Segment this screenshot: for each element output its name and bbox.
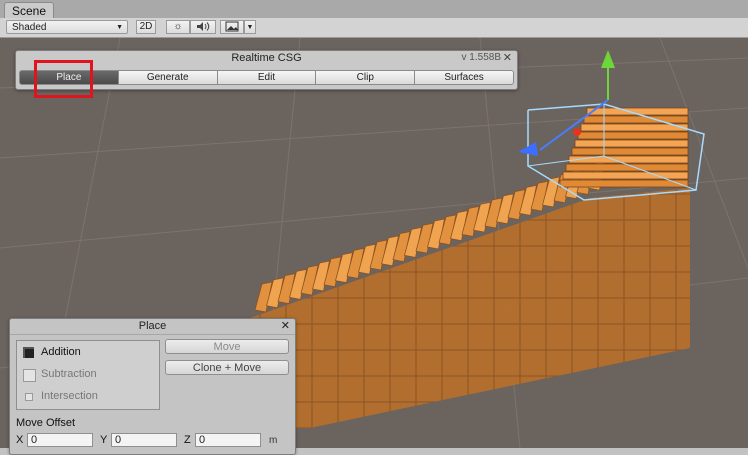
place-panel: Place ✕ Addition Subtraction Intersectio… (9, 318, 296, 455)
scene-tab-bar: Scene (0, 0, 748, 19)
csg-mode-toolbar: Place Generate Edit Clip Surfaces (19, 70, 514, 85)
addition-icon (23, 347, 34, 358)
z-axis-label: Z (184, 434, 191, 446)
operation-selector: Addition Subtraction Intersection (16, 340, 160, 410)
mode-generate-button[interactable]: Generate (117, 70, 218, 85)
intersection-icon (25, 393, 33, 401)
mode-edit-button[interactable]: Edit (216, 70, 317, 85)
offset-z-field[interactable]: 0 (195, 433, 261, 447)
audio-toggle-button[interactable] (190, 20, 216, 34)
operation-label: Intersection (41, 390, 98, 402)
brush-step (559, 179, 689, 188)
effects-dropdown-button[interactable]: ▼ (244, 20, 256, 34)
brush-step (577, 131, 689, 140)
y-axis-handle[interactable] (601, 50, 615, 68)
sun-icon: ☼ (173, 21, 183, 32)
brush-step (562, 171, 689, 180)
shading-mode-dropdown[interactable]: Shaded ▼ (6, 20, 128, 34)
image-icon (225, 21, 239, 32)
toggle-2d-button[interactable]: 2D (136, 20, 156, 34)
subtraction-icon (23, 369, 36, 382)
brush-step (568, 155, 689, 164)
offset-y-field[interactable]: 0 (111, 433, 177, 447)
effects-toggle-button[interactable] (220, 20, 244, 34)
mode-surfaces-button[interactable]: Surfaces (414, 70, 514, 85)
offset-x-field[interactable]: 0 (27, 433, 93, 447)
csg-version-label: v 1.558B (461, 52, 501, 63)
x-axis-label: X (16, 434, 24, 446)
tab-scene[interactable]: Scene (4, 2, 55, 19)
move-offset-label: Move Offset (16, 417, 76, 429)
close-icon[interactable]: ✕ (281, 319, 290, 334)
brush-step (571, 147, 689, 156)
brush-step (574, 139, 689, 148)
mode-clip-button[interactable]: Clip (315, 70, 416, 85)
x-axis-handle[interactable] (573, 128, 581, 136)
clone-move-button[interactable]: Clone + Move (165, 360, 289, 375)
speaker-icon (197, 22, 210, 31)
shading-mode-label: Shaded (12, 22, 47, 33)
brush-step (583, 115, 689, 124)
brush-step (565, 163, 689, 172)
place-mode-highlight (34, 60, 93, 98)
operation-label: Addition (41, 346, 81, 358)
move-button[interactable]: Move (165, 339, 289, 354)
place-panel-title: Place (10, 319, 295, 335)
scene-toolbar: Shaded ▼ 2D ☼ ▼ (0, 18, 748, 38)
chevron-down-icon: ▼ (246, 24, 254, 31)
lighting-toggle-button[interactable]: ☼ (166, 20, 190, 34)
chevron-down-icon: ▼ (116, 24, 123, 31)
unit-label: m (269, 435, 278, 446)
y-axis-label: Y (100, 434, 108, 446)
close-icon[interactable]: ✕ (503, 51, 512, 65)
operation-label: Subtraction (41, 368, 97, 380)
